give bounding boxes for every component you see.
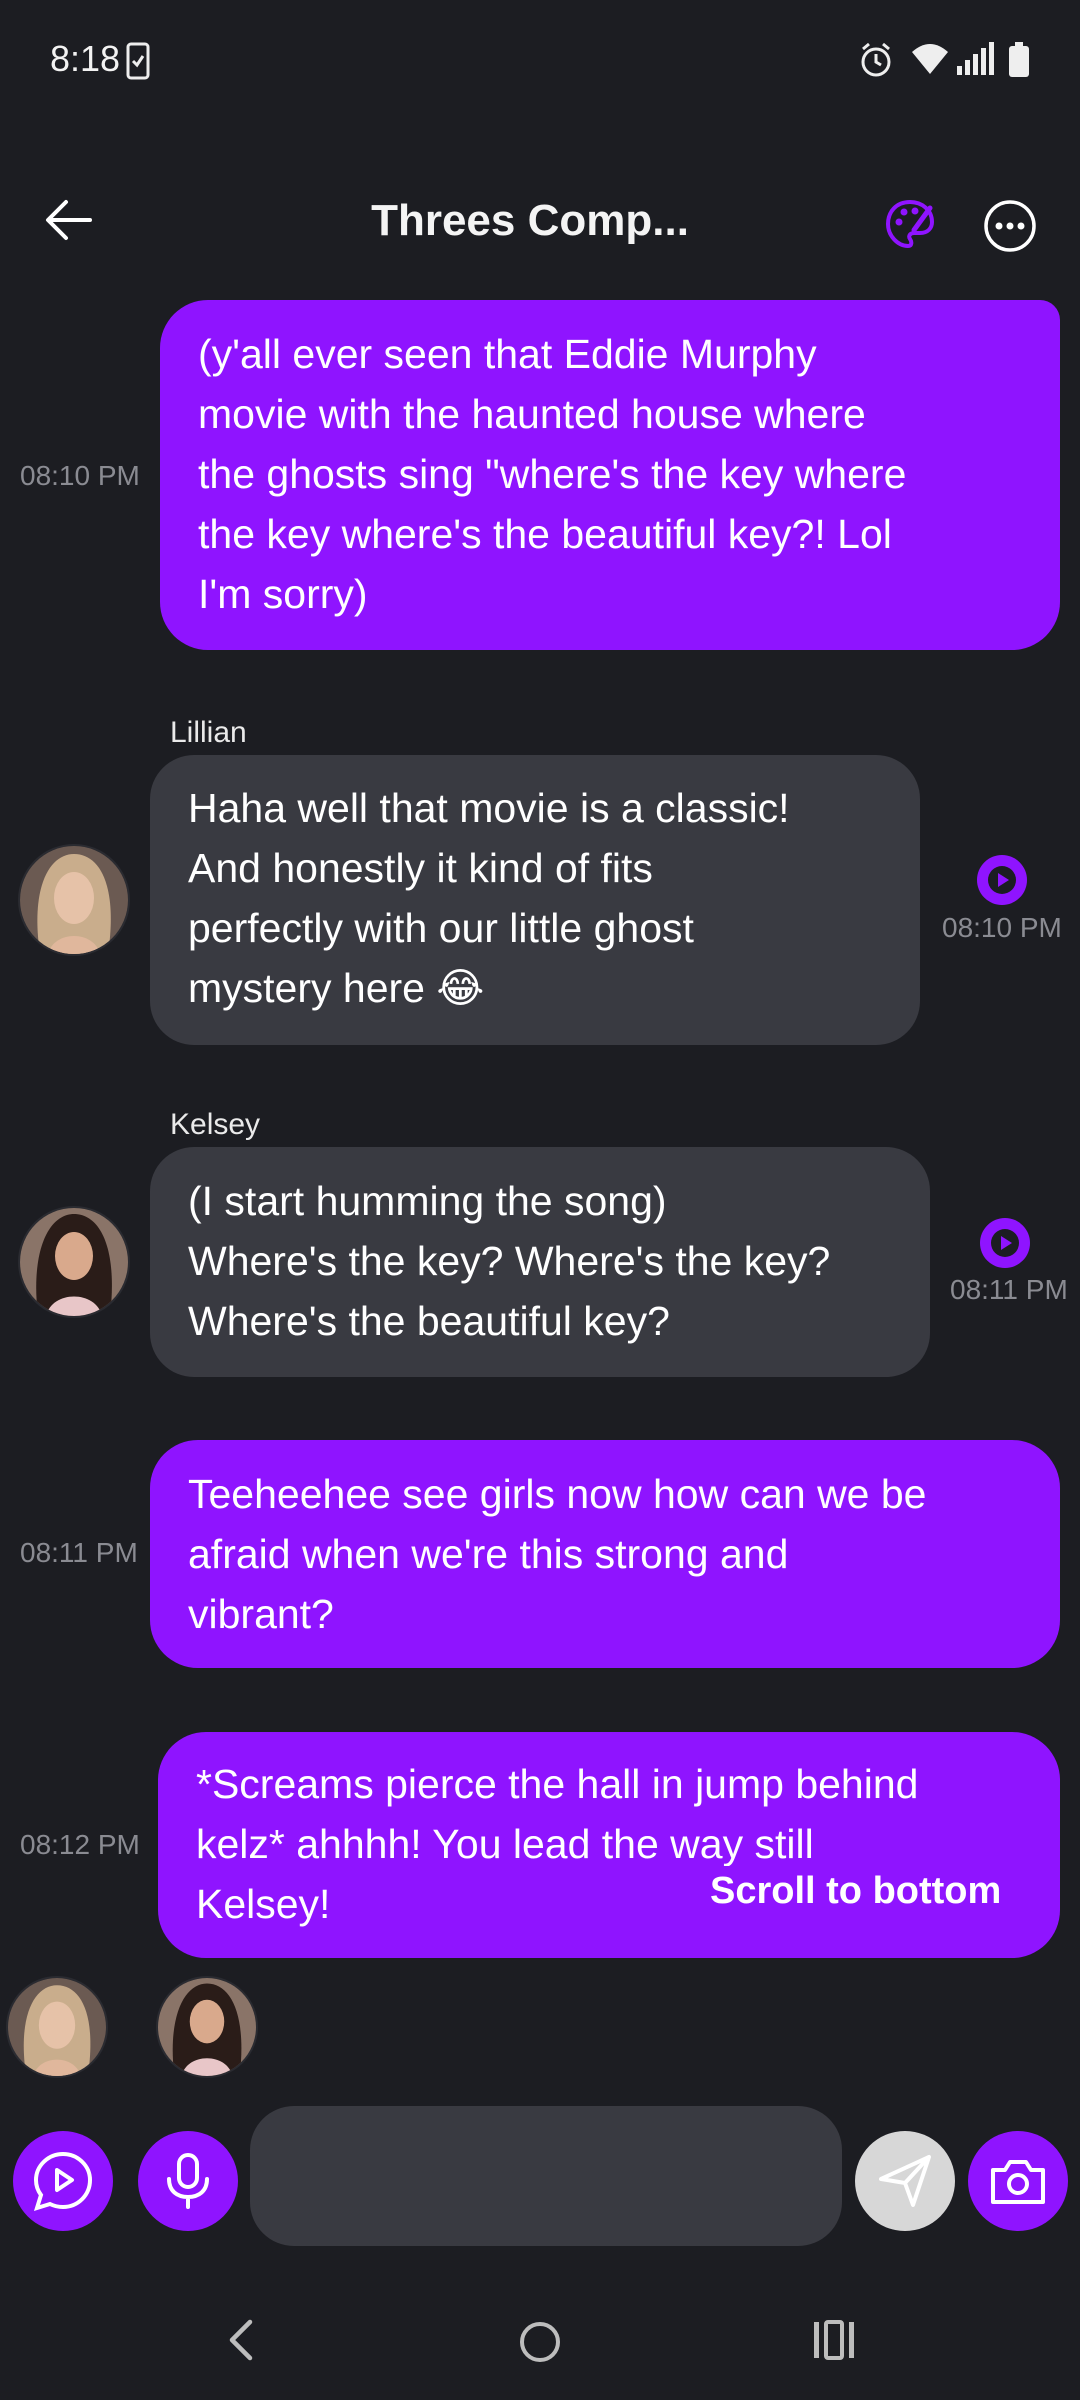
chat-title: Threes Comp... xyxy=(371,196,689,245)
message-time: 08:11 PM xyxy=(20,1537,138,1568)
camera-icon xyxy=(991,2160,1045,2204)
message-time: 08:11 PM xyxy=(950,1274,1068,1305)
message-time: 08:10 PM xyxy=(20,460,140,491)
avatar-kelsey[interactable] xyxy=(18,1206,130,1318)
scroll-to-bottom-button[interactable]: Scroll to bottom xyxy=(700,1866,1012,1916)
user-message-bubble[interactable]: *Screams pierce the hall in jump behind … xyxy=(158,1732,1060,1958)
nav-back-icon[interactable] xyxy=(226,2318,256,2362)
back-arrow-icon[interactable] xyxy=(44,198,94,242)
sender-name: Lillian xyxy=(170,716,247,749)
participant-avatar-lillian[interactable] xyxy=(6,1976,108,2078)
nav-home-icon[interactable] xyxy=(518,2320,562,2364)
play-conversation-button[interactable] xyxy=(13,2131,113,2231)
ai-message-bubble[interactable]: Haha well that movie is a classic! And h… xyxy=(150,755,920,1045)
message-input[interactable] xyxy=(250,2106,842,2246)
sender-name: Kelsey xyxy=(170,1108,261,1141)
status-time: 8:18 xyxy=(50,38,121,79)
message-time: 08:12 PM xyxy=(20,1829,140,1860)
send-icon xyxy=(879,2155,931,2207)
signal-icon xyxy=(957,42,994,75)
wifi-icon xyxy=(912,44,948,74)
message-time: 08:10 PM xyxy=(942,912,1062,943)
play-icon xyxy=(988,866,1016,894)
more-options-icon[interactable] xyxy=(983,199,1037,253)
user-message-bubble[interactable]: (y'all ever seen that Eddie Murphy movie… xyxy=(160,300,1060,650)
voice-input-button[interactable] xyxy=(138,2131,238,2231)
microphone-icon xyxy=(167,2153,209,2209)
user-message-bubble[interactable]: Teeheehee see girls now how can we be af… xyxy=(150,1440,1060,1668)
participant-avatar-kelsey[interactable] xyxy=(156,1976,258,2078)
play-audio-button[interactable] xyxy=(977,855,1027,905)
play-message-icon xyxy=(33,2151,93,2212)
palette-icon[interactable] xyxy=(884,198,936,250)
camera-button[interactable] xyxy=(968,2131,1068,2231)
play-audio-button[interactable] xyxy=(980,1218,1030,1268)
avatar-lillian[interactable] xyxy=(18,844,130,956)
ai-message-bubble[interactable]: (I start humming the song) Where's the k… xyxy=(150,1147,930,1377)
send-button[interactable] xyxy=(855,2131,955,2231)
screenshot-check-icon xyxy=(126,42,150,80)
play-icon xyxy=(991,1229,1019,1257)
nav-recents-icon[interactable] xyxy=(812,2320,856,2360)
battery-icon xyxy=(1009,42,1029,77)
alarm-icon xyxy=(861,42,891,77)
